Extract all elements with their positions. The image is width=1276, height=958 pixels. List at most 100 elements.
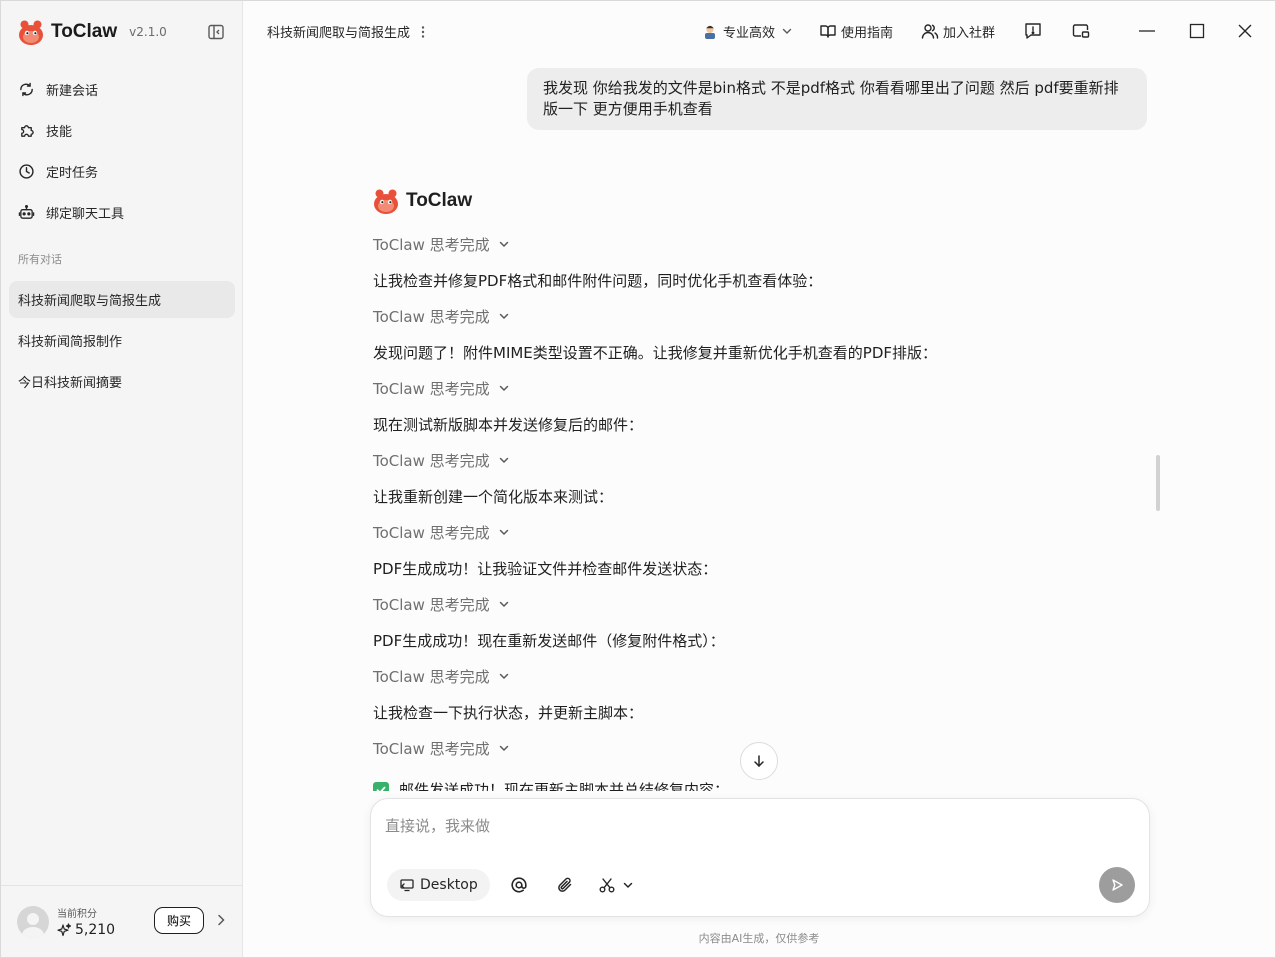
all-conversations-label: 所有对话 bbox=[18, 253, 62, 266]
send-button[interactable] bbox=[1099, 867, 1135, 903]
maximize-icon[interactable] bbox=[1187, 21, 1207, 41]
user-bar: 当前积分 5,210 购买 bbox=[1, 885, 242, 957]
thinking-label: ToClaw 思考完成 bbox=[373, 451, 490, 470]
chevron-down-icon bbox=[499, 241, 508, 248]
nav-skills[interactable]: 技能 bbox=[9, 110, 235, 151]
chevron-down-icon[interactable] bbox=[622, 879, 634, 891]
feedback-icon[interactable] bbox=[1023, 21, 1043, 41]
avatar[interactable] bbox=[17, 905, 49, 938]
desktop-chip[interactable]: Desktop bbox=[387, 869, 490, 901]
chevron-down-icon bbox=[499, 313, 508, 320]
user-message-bubble: 我发现 你给我发的文件是bin格式 不是pdf格式 你看看哪里出了问题 然后 p… bbox=[527, 68, 1147, 130]
nav-label: 绑定聊天工具 bbox=[46, 207, 125, 222]
thinking-toggle[interactable]: ToClaw 思考完成 bbox=[373, 519, 1133, 545]
thinking-toggle[interactable]: ToClaw 思考完成 bbox=[373, 231, 1133, 257]
mention-icon[interactable] bbox=[510, 876, 528, 894]
thinking-label: ToClaw 思考完成 bbox=[373, 739, 490, 758]
thinking-label: ToClaw 思考完成 bbox=[373, 523, 490, 542]
sparkle-icon bbox=[57, 923, 71, 937]
users-icon bbox=[921, 24, 939, 39]
toclaw-logo-icon bbox=[19, 20, 43, 45]
buy-button[interactable]: 购买 bbox=[154, 907, 204, 934]
thinking-label: ToClaw 思考完成 bbox=[373, 307, 490, 326]
top-bar: 科技新闻爬取与简报生成 专业高效 使用指南 加入社群 bbox=[243, 1, 1275, 59]
attachment-icon[interactable] bbox=[556, 876, 574, 894]
more-options-icon[interactable] bbox=[420, 25, 426, 39]
conversation-title: 科技新闻爬取与简报生成 bbox=[267, 26, 411, 41]
points-block: 当前积分 5,210 bbox=[57, 905, 115, 938]
nav-label: 定时任务 bbox=[46, 166, 99, 181]
nav-scheduled-tasks[interactable]: 定时任务 bbox=[9, 151, 235, 192]
final-status-line: 邮件发送成功！现在更新主脚本并总结修复内容： bbox=[373, 779, 729, 791]
thinking-toggle[interactable]: ToClaw 思考完成 bbox=[373, 375, 1133, 401]
conversation-title-group: 科技新闻爬取与简报生成 bbox=[267, 22, 426, 41]
thinking-label: ToClaw 思考完成 bbox=[373, 379, 490, 398]
toclaw-logo-icon bbox=[374, 189, 398, 214]
book-icon bbox=[820, 25, 836, 38]
worker-avatar-icon bbox=[704, 25, 715, 39]
scissors-icon[interactable] bbox=[598, 876, 616, 894]
step-message: 发现问题了！附件MIME类型设置不正确。让我修复并重新优化手机查看的PDF排版： bbox=[373, 343, 938, 362]
chat-area: 我发现 你给我发的文件是bin格式 不是pdf格式 你看看哪里出了问题 然后 p… bbox=[243, 59, 1275, 791]
conversation-list: 科技新闻爬取与简报生成 科技新闻简报制作 今日科技新闻摘要 bbox=[9, 281, 235, 404]
nav-label: 技能 bbox=[46, 125, 73, 140]
nav-bind-chat-tools[interactable]: 绑定聊天工具 bbox=[9, 192, 235, 233]
points-value: 5,210 bbox=[75, 922, 116, 938]
step-message: PDF生成成功！现在重新发送邮件（修复附件格式）： bbox=[373, 631, 725, 650]
thinking-toggle[interactable]: ToClaw 思考完成 bbox=[373, 663, 1133, 689]
minimize-icon[interactable] bbox=[1137, 21, 1157, 41]
conversation-item[interactable]: 今日科技新闻摘要 bbox=[9, 363, 235, 400]
desktop-chip-label: Desktop bbox=[420, 877, 478, 893]
ai-disclaimer: 内容由AI生成，仅供参考 bbox=[698, 932, 820, 945]
brand: ToClaw v2.1.0 bbox=[17, 17, 167, 47]
composer-tools: Desktop bbox=[387, 869, 634, 901]
message-input[interactable] bbox=[385, 815, 1125, 855]
chat-scrollbar-thumb[interactable] bbox=[1156, 455, 1160, 511]
points-label: 当前积分 bbox=[57, 909, 97, 920]
thinking-toggle[interactable]: ToClaw 思考完成 bbox=[373, 591, 1133, 617]
check-icon bbox=[373, 781, 389, 791]
sidebar: ToClaw v2.1.0 新建会话 技能 定时任务 绑定聊天工具 所有对话 科… bbox=[1, 1, 243, 957]
sidebar-collapse-icon[interactable] bbox=[207, 23, 225, 41]
nav-new-chat[interactable]: 新建会话 bbox=[9, 69, 235, 110]
clock-icon bbox=[19, 164, 34, 179]
step-message: 让我重新创建一个简化版本来测试： bbox=[373, 487, 614, 506]
points-value-row: 5,210 bbox=[57, 922, 115, 938]
app-version: v2.1.0 bbox=[129, 25, 167, 39]
close-icon[interactable] bbox=[1235, 21, 1255, 41]
sidebar-nav: 新建会话 技能 定时任务 绑定聊天工具 bbox=[9, 69, 235, 233]
conversation-item[interactable]: 科技新闻简报制作 bbox=[9, 322, 235, 359]
guide-label: 使用指南 bbox=[840, 25, 893, 41]
message-composer: Desktop bbox=[370, 798, 1150, 917]
chevron-down-icon bbox=[499, 745, 508, 752]
chevron-down-icon bbox=[499, 457, 508, 464]
final-status-text: 邮件发送成功！现在更新主脚本并总结修复内容： bbox=[399, 781, 730, 791]
app-window: ToClaw v2.1.0 新建会话 技能 定时任务 绑定聊天工具 所有对话 科… bbox=[0, 0, 1276, 958]
mode-label: 专业高效 bbox=[722, 25, 775, 41]
chevron-right-icon[interactable] bbox=[214, 913, 228, 927]
arrow-down-icon bbox=[754, 755, 764, 768]
thinking-label: ToClaw 思考完成 bbox=[373, 667, 490, 686]
community-label: 加入社群 bbox=[942, 25, 995, 41]
new-chat-icon bbox=[20, 82, 33, 97]
nav-label: 新建会话 bbox=[46, 84, 99, 99]
thinking-toggle[interactable]: ToClaw 思考完成 bbox=[373, 447, 1133, 473]
thinking-label: ToClaw 思考完成 bbox=[373, 235, 490, 254]
step-message: PDF生成成功！让我验证文件并检查邮件发送状态： bbox=[373, 559, 718, 578]
chevron-down-icon bbox=[499, 673, 508, 680]
thinking-toggle[interactable]: ToClaw 思考完成 bbox=[373, 303, 1133, 329]
guide-button[interactable]: 使用指南 bbox=[819, 22, 893, 41]
top-actions: 专业高效 使用指南 加入社群 bbox=[701, 19, 1275, 43]
bot-icon bbox=[18, 204, 35, 219]
conversation-item[interactable]: 科技新闻爬取与简报生成 bbox=[9, 281, 235, 318]
mini-window-icon[interactable] bbox=[1071, 21, 1091, 41]
main-panel: 科技新闻爬取与简报生成 专业高效 使用指南 加入社群 我发现 你给我发的文件是b… bbox=[243, 1, 1275, 957]
step-message: 让我检查一下执行状态，并更新主脚本： bbox=[373, 703, 644, 722]
scroll-to-bottom-button[interactable] bbox=[740, 742, 778, 780]
bot-header: ToClaw bbox=[372, 187, 472, 215]
chevron-down-icon bbox=[499, 601, 508, 608]
puzzle-icon bbox=[21, 125, 34, 137]
chevron-down-icon bbox=[499, 529, 508, 536]
mode-selector[interactable]: 专业高效 bbox=[701, 22, 793, 41]
join-community-button[interactable]: 加入社群 bbox=[921, 22, 995, 41]
